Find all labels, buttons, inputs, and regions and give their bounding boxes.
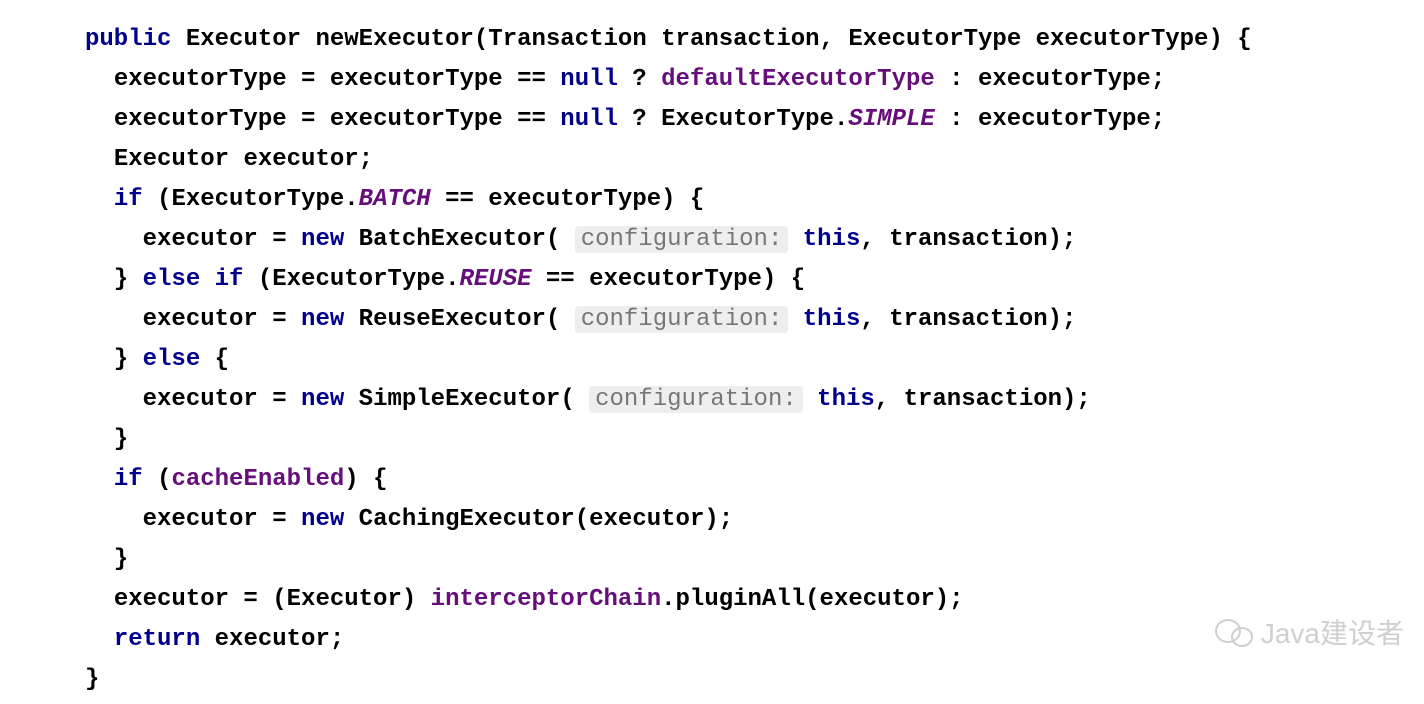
field-batch: BATCH — [359, 186, 431, 213]
keyword-public: public — [85, 26, 171, 53]
type-executortype: ExecutorType — [848, 26, 1021, 53]
field-simple: SIMPLE — [848, 106, 934, 133]
field-interceptorchain: interceptorChain — [431, 586, 661, 613]
param-transaction: transaction — [661, 26, 819, 53]
type-transaction: Transaction — [488, 26, 646, 53]
wechat-icon — [1215, 615, 1253, 653]
method-name: newExecutor — [315, 26, 473, 53]
watermark-text: Java建设者 — [1261, 614, 1404, 654]
hint-configuration: configuration: — [575, 226, 789, 253]
param-executortype: executorType — [1036, 26, 1209, 53]
field-defaultexecutortype: defaultExecutorType — [661, 66, 935, 93]
field-reuse: REUSE — [459, 266, 531, 293]
type-executor: Executor — [186, 26, 301, 53]
code-block: public Executor newExecutor(Transaction … — [0, 0, 1424, 700]
watermark: Java建设者 — [1215, 614, 1404, 654]
field-cacheenabled: cacheEnabled — [171, 466, 344, 493]
